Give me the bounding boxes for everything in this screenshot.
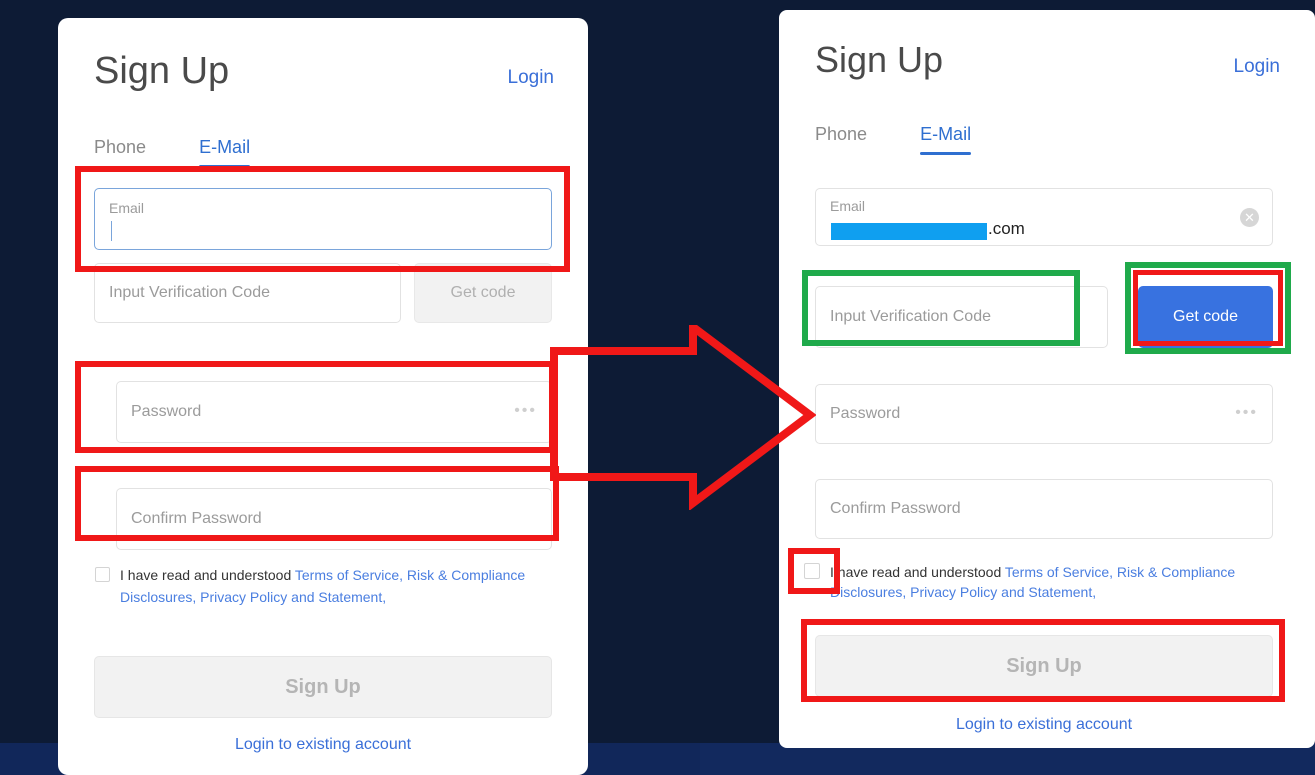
password-placeholder: Password [131, 403, 202, 420]
page-title: Sign Up [94, 50, 230, 92]
get-code-button-after-label: Get code [1173, 308, 1238, 325]
email-field-label: Email [109, 200, 145, 216]
left-header: Sign Up Login [94, 52, 554, 90]
get-code-button-label: Get code [450, 284, 516, 301]
get-code-button[interactable]: Get code [414, 263, 552, 323]
tab-active-underline [199, 165, 251, 168]
email-value-redaction [831, 223, 987, 240]
terms-prefix-after: I have read and understood [830, 564, 1005, 580]
email-field-after-label: Email [830, 198, 866, 214]
text-caret [111, 221, 112, 241]
right-tabs: Phone E-Mail [815, 124, 972, 155]
terms-text: I have read and understood Terms of Serv… [120, 564, 540, 608]
confirm-password-field-after[interactable]: Confirm Password [815, 479, 1273, 539]
ellipsis-icon-after[interactable]: ••• [1235, 404, 1258, 422]
signup-card-before: Sign Up Login Phone E-Mail Email Input V… [58, 18, 588, 775]
terms-of-service-link-after[interactable]: Terms of Service, [1005, 564, 1113, 580]
tab-email-after-label: E-Mail [920, 124, 972, 144]
password-placeholder-after: Password [830, 405, 901, 422]
signup-button-after[interactable]: Sign Up [815, 635, 1273, 697]
verification-code-placeholder: Input Verification Code [109, 284, 270, 301]
terms-checkbox-after[interactable] [804, 563, 820, 579]
tab-email-label: E-Mail [199, 137, 251, 157]
verification-code-placeholder-after: Input Verification Code [830, 308, 991, 325]
privacy-policy-link[interactable]: Privacy Policy and Statement, [200, 589, 386, 605]
arrow-right-icon [550, 318, 817, 512]
verification-code-input[interactable]: Input Verification Code [94, 263, 401, 323]
signup-card-after: Sign Up Login Phone E-Mail Email .com ✕ … [779, 10, 1315, 748]
tab-email[interactable]: E-Mail [199, 137, 251, 168]
signup-button-label: Sign Up [285, 675, 361, 698]
login-link-after[interactable]: Login [1234, 56, 1281, 78]
tab-phone[interactable]: Phone [94, 137, 146, 168]
confirm-password-field[interactable]: Confirm Password [116, 488, 552, 550]
password-field[interactable]: Password ••• [116, 381, 552, 443]
email-field-after[interactable]: Email .com ✕ [815, 188, 1273, 246]
signup-button[interactable]: Sign Up [94, 656, 552, 718]
terms-of-service-link[interactable]: Terms of Service, [295, 567, 403, 583]
tab-email-after[interactable]: E-Mail [920, 124, 972, 155]
email-field[interactable]: Email [94, 188, 552, 250]
terms-checkbox[interactable] [95, 567, 110, 582]
get-code-button-after[interactable]: Get code [1138, 286, 1273, 348]
confirm-password-placeholder-after: Confirm Password [830, 500, 961, 517]
left-tabs: Phone E-Mail [94, 137, 251, 168]
tab-phone-after[interactable]: Phone [815, 124, 867, 155]
right-header: Sign Up Login [815, 42, 1280, 78]
email-value-suffix: .com [988, 219, 1025, 238]
verification-code-input-after[interactable]: Input Verification Code [815, 286, 1108, 348]
close-circle-icon[interactable]: ✕ [1240, 208, 1259, 227]
terms-text-after: I have read and understood Terms of Serv… [830, 562, 1275, 602]
transition-arrow [548, 318, 817, 512]
confirm-password-placeholder: Confirm Password [131, 510, 262, 527]
login-existing-account-link-after[interactable]: Login to existing account [815, 716, 1273, 734]
terms-prefix: I have read and understood [120, 567, 295, 583]
password-field-after[interactable]: Password ••• [815, 384, 1273, 444]
login-link[interactable]: Login [508, 67, 555, 89]
tab-active-underline-after [920, 152, 972, 155]
page-title-after: Sign Up [815, 39, 944, 80]
signup-button-after-label: Sign Up [1006, 654, 1082, 677]
login-existing-account-link[interactable]: Login to existing account [94, 736, 552, 754]
privacy-policy-link-after[interactable]: Privacy Policy and Statement, [910, 584, 1096, 600]
ellipsis-icon[interactable]: ••• [514, 402, 537, 420]
